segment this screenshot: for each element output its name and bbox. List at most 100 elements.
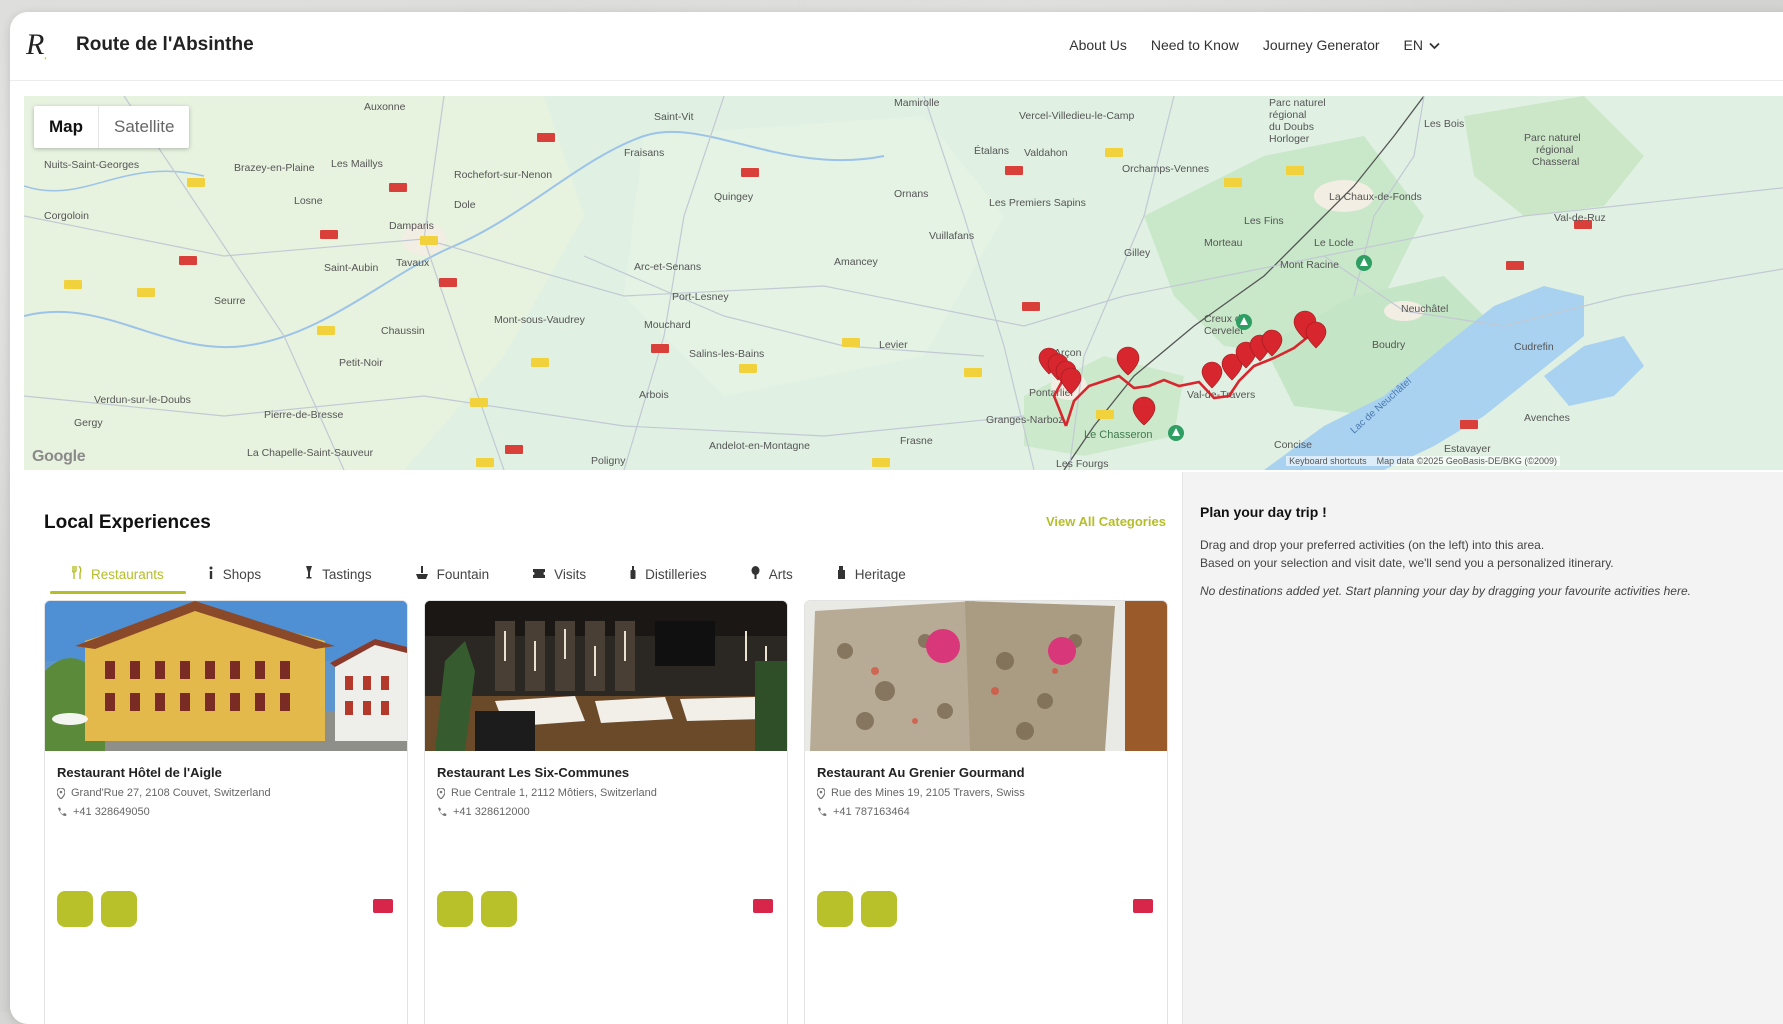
language-selector[interactable]: EN (1404, 37, 1440, 53)
svg-text:Andelot-en-Montagne: Andelot-en-Montagne (709, 440, 810, 452)
tab-shops[interactable]: Shops (186, 560, 283, 592)
svg-text:Dole: Dole (454, 199, 476, 211)
tab-tastings[interactable]: Tastings (283, 560, 394, 592)
map-type-map-button[interactable]: Map (34, 106, 99, 148)
svg-text:Verdun-sur-le-Doubs: Verdun-sur-le-Doubs (94, 394, 191, 406)
experience-card[interactable]: Restaurant Hôtel de l'Aigle Grand'Rue 27… (44, 600, 408, 1024)
svg-text:Les Premiers Sapins: Les Premiers Sapins (989, 197, 1086, 209)
tab-fountain[interactable]: Fountain (394, 560, 512, 592)
svg-text:Mont-sous-Vaudrey: Mont-sous-Vaudrey (494, 314, 586, 326)
svg-text:Le Locle: Le Locle (1314, 237, 1354, 249)
card-actions (817, 891, 897, 927)
svg-text:Parc naturel: Parc naturel (1524, 132, 1581, 144)
palette-icon (751, 566, 760, 582)
card-action-button[interactable] (861, 891, 897, 927)
svg-text:Val-de-Travers: Val-de-Travers (1187, 389, 1255, 401)
svg-text:Port-Lesney: Port-Lesney (672, 291, 729, 303)
svg-text:Seurre: Seurre (214, 295, 246, 307)
svg-text:Cudrefin: Cudrefin (1514, 341, 1554, 353)
svg-text:Les Fins: Les Fins (1244, 215, 1284, 227)
swiss-flag-icon (1133, 899, 1153, 913)
tab-label: Distilleries (645, 566, 707, 582)
card-address-text: Grand'Rue 27, 2108 Couvet, Switzerland (71, 787, 271, 799)
svg-text:Le Chasseron: Le Chasseron (1084, 429, 1153, 441)
svg-text:Morteau: Morteau (1204, 237, 1243, 249)
phone-icon (58, 807, 67, 817)
card-phone-text: +41 328612000 (453, 806, 530, 818)
location-pin-icon (437, 787, 445, 799)
card-action-button[interactable] (437, 891, 473, 927)
map-attribution: Keyboard shortcuts Map data ©2025 GeoBas… (1286, 456, 1560, 466)
tab-label: Restaurants (91, 566, 164, 582)
card-actions (437, 891, 517, 927)
ticket-icon (533, 567, 546, 581)
plan-day-trip-panel[interactable]: Plan your day trip ! Drag and drop your … (1182, 472, 1783, 1024)
phone-icon (818, 807, 827, 817)
tab-label: Visits (554, 566, 587, 582)
svg-text:Chaussin: Chaussin (381, 325, 425, 337)
svg-text:Frasne: Frasne (900, 435, 933, 447)
svg-text:Orchamps-Vennes: Orchamps-Vennes (1122, 163, 1209, 175)
map-view[interactable]: Auxonne Saint-Vit Nuits-Saint-Georges Br… (24, 96, 1783, 470)
google-logo[interactable]: Google (32, 448, 86, 466)
card-title: Restaurant Les Six-Communes (437, 765, 630, 780)
swiss-flag-icon (373, 899, 393, 913)
site-title[interactable]: Route de l'Absinthe (76, 34, 254, 56)
local-experiences-section: Local Experiences View All Categories Re… (10, 472, 1182, 1024)
svg-text:Rochefort-sur-Nenon: Rochefort-sur-Nenon (454, 169, 552, 181)
card-image (805, 601, 1167, 751)
card-action-button[interactable] (57, 891, 93, 927)
svg-text:La Chaux-de-Fonds: La Chaux-de-Fonds (1329, 191, 1422, 203)
tab-arts[interactable]: Arts (729, 560, 815, 592)
svg-text:Brazey-en-Plaine: Brazey-en-Plaine (234, 162, 315, 174)
plan-description-line: Drag and drop your preferred activities … (1200, 538, 1545, 552)
nav-about-us[interactable]: About Us (1069, 37, 1127, 53)
svg-text:Mouchard: Mouchard (644, 319, 691, 331)
tab-distilleries[interactable]: Distilleries (608, 560, 729, 592)
svg-text:Petit-Noir: Petit-Noir (339, 357, 383, 369)
card-action-button[interactable] (817, 891, 853, 927)
tab-restaurants[interactable]: Restaurants (50, 560, 186, 594)
tab-heritage[interactable]: Heritage (815, 560, 928, 592)
svg-text:Levier: Levier (879, 339, 908, 351)
card-address: Rue des Mines 19, 2105 Travers, Swiss (817, 787, 1025, 799)
tab-visits[interactable]: Visits (511, 560, 608, 592)
nav-journey-generator[interactable]: Journey Generator (1263, 37, 1380, 53)
svg-text:Horloger: Horloger (1269, 133, 1310, 145)
keyboard-shortcuts-link[interactable]: Keyboard shortcuts (1289, 456, 1367, 466)
map-canvas: Auxonne Saint-Vit Nuits-Saint-Georges Br… (24, 96, 1783, 470)
svg-text:régional: régional (1269, 109, 1306, 121)
map-type-satellite-button[interactable]: Satellite (99, 106, 189, 148)
tab-label: Heritage (854, 566, 906, 582)
svg-text:Losne: Losne (294, 195, 323, 207)
landmark-icon (837, 566, 846, 582)
card-action-button[interactable] (101, 891, 137, 927)
experience-card[interactable]: Restaurant Au Grenier Gourmand Rue des M… (804, 600, 1168, 1024)
map-data-credit[interactable]: Map data ©2025 GeoBasis-DE/BKG (©2009) (1377, 456, 1557, 466)
category-tabs: Restaurants Shops Tastings Fountain Visi… (50, 560, 928, 594)
route-absinthe-logo[interactable]: R . (24, 26, 60, 62)
browser-window: R . Route de l'Absinthe About Us Need to… (10, 12, 1783, 1024)
map-type-toggle: Map Satellite (34, 106, 190, 148)
chevron-down-icon (1429, 37, 1440, 53)
card-actions (57, 891, 137, 927)
view-all-categories-link[interactable]: View All Categories (1046, 514, 1166, 529)
svg-text:Mont Racine: Mont Racine (1280, 259, 1339, 271)
tab-label: Arts (768, 566, 793, 582)
svg-text:R: R (25, 28, 44, 61)
phone-icon (438, 807, 447, 817)
svg-text:Cervelet: Cervelet (1204, 325, 1243, 337)
card-action-button[interactable] (481, 891, 517, 927)
main-nav: About Us Need to Know Journey Generator … (1069, 37, 1440, 53)
card-image (425, 601, 787, 751)
experience-card[interactable]: Restaurant Les Six-Communes Rue Centrale… (424, 600, 788, 1024)
nav-need-to-know[interactable]: Need to Know (1151, 37, 1239, 53)
card-address: Grand'Rue 27, 2108 Couvet, Switzerland (57, 787, 271, 799)
card-phone: +41 328649050 (57, 806, 150, 818)
svg-text:Amancey: Amancey (834, 256, 879, 268)
tab-label: Tastings (322, 566, 372, 582)
card-phone: +41 328612000 (437, 806, 530, 818)
svg-text:Arc-et-Senans: Arc-et-Senans (634, 261, 701, 273)
svg-text:du Doubs: du Doubs (1269, 121, 1314, 133)
svg-text:Les Fourgs: Les Fourgs (1056, 458, 1109, 470)
